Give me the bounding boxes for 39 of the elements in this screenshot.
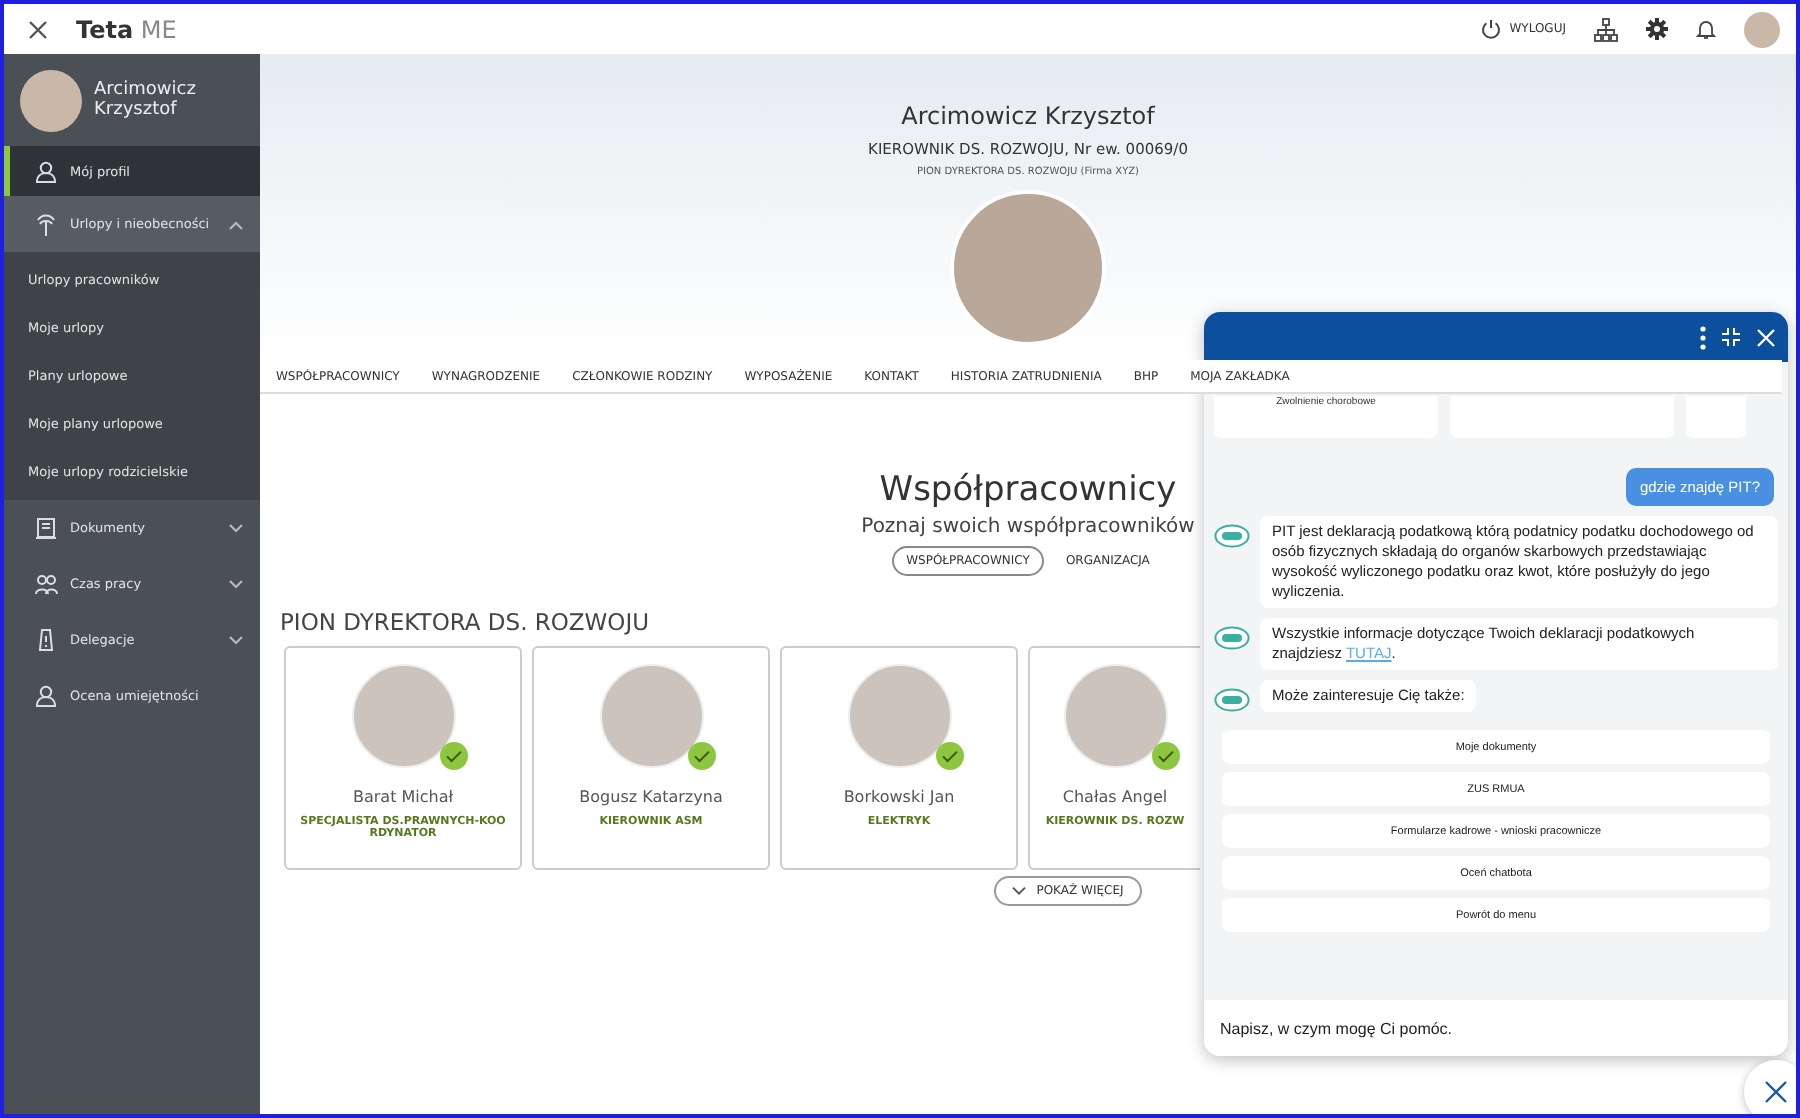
person-name: Bogusz Katarzyna xyxy=(579,788,723,806)
more-vertical-icon xyxy=(1700,325,1706,349)
section-title: Współpracownicy xyxy=(879,470,1177,510)
person-name: Chałas Angel xyxy=(1062,788,1168,806)
bot-icon xyxy=(1214,524,1250,548)
close-icon xyxy=(1756,327,1776,347)
app-title: Teta ME xyxy=(76,15,177,43)
bot-icon xyxy=(1214,688,1250,712)
settings-icon xyxy=(1646,18,1668,40)
close-icon xyxy=(1764,1080,1788,1104)
profile-name: Arcimowicz Krzysztof xyxy=(901,102,1155,130)
chevron-icon xyxy=(228,635,244,645)
bell-icon xyxy=(1696,18,1716,40)
chevron-icon xyxy=(228,579,244,589)
user-avatar xyxy=(20,69,82,131)
person-name: Barat Michał xyxy=(352,788,454,806)
chevron-icon xyxy=(228,219,244,229)
person-icon xyxy=(34,159,58,183)
avatar-placeholder xyxy=(847,664,951,768)
people-icon xyxy=(34,572,58,596)
person-name: Borkowski Jan xyxy=(843,788,955,806)
user-name: Arcimowicz Krzysztof xyxy=(94,80,198,120)
person-icon xyxy=(34,684,58,708)
org-chart-icon xyxy=(1594,17,1618,41)
exclamation-icon xyxy=(34,628,58,652)
group-title: PION DYREKTORA DS. ROZWOJU xyxy=(280,608,650,636)
avatar-placeholder xyxy=(599,664,703,768)
document-icon xyxy=(34,516,58,540)
bot-icon xyxy=(1214,626,1250,650)
message-input[interactable]: Napisz, w czym mogę Ci pomóc. xyxy=(1204,1000,1788,1056)
collapse-icon xyxy=(1720,326,1742,348)
chevron-icon xyxy=(228,523,244,533)
close-icon xyxy=(28,19,48,39)
avatar-placeholder xyxy=(1063,664,1167,768)
chevron-icon xyxy=(1012,886,1027,896)
power-icon xyxy=(1479,18,1502,40)
palm-tree-icon xyxy=(34,212,58,236)
section-subtitle: Poznaj swoich współpracowników xyxy=(861,516,1195,538)
avatar-placeholder xyxy=(351,664,455,768)
